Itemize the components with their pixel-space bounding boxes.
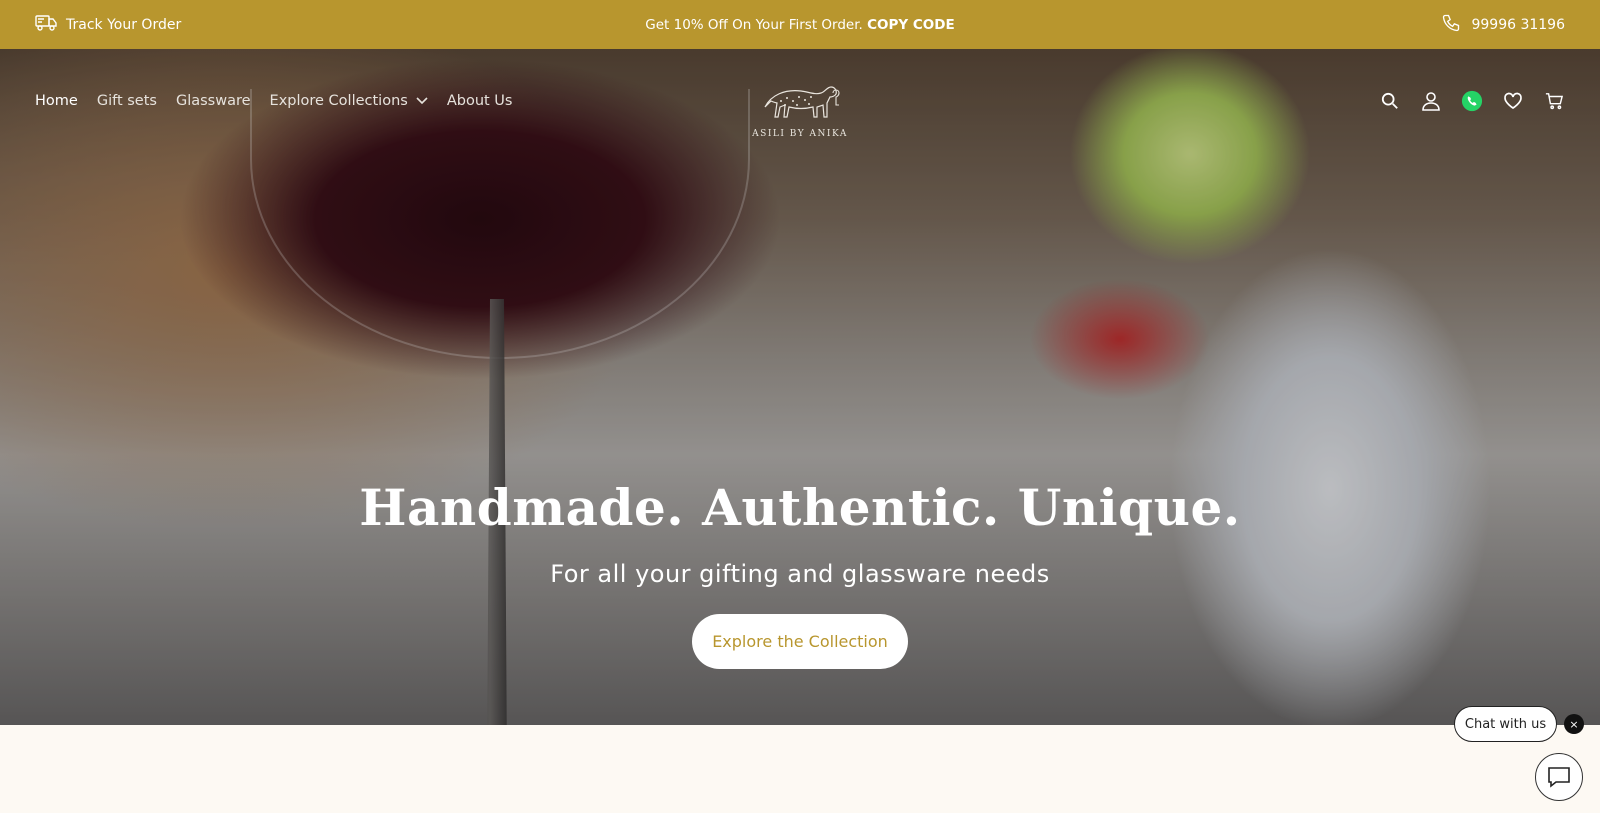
logo-text: ASILI BY ANIKA (752, 129, 848, 139)
hero-headline: Handmade. Authentic. Unique. (359, 478, 1241, 537)
account-icon[interactable] (1420, 90, 1442, 112)
nav-item-label: Home (35, 93, 78, 109)
chat-bubble-icon (1548, 767, 1570, 788)
nav-menu: Home Gift sets Glassware Explore Collect… (35, 93, 512, 109)
phone-icon (1441, 13, 1461, 37)
nav-item-gift-sets[interactable]: Gift sets (97, 93, 157, 109)
wishlist-icon[interactable] (1502, 90, 1524, 112)
nav-item-label: Glassware (175, 93, 251, 109)
truck-icon (35, 14, 57, 36)
chevron-down-icon (416, 93, 428, 109)
whatsapp-icon[interactable] (1461, 90, 1483, 112)
chat-with-us-button[interactable]: Chat with us (1454, 706, 1557, 742)
cheetah-logo-icon (764, 86, 840, 118)
phone-contact[interactable]: 99996 31196 (1441, 13, 1565, 37)
cart-icon[interactable] (1543, 90, 1565, 112)
nav-item-home[interactable]: Home (35, 93, 78, 109)
nav-item-explore-collections[interactable]: Explore Collections (270, 93, 428, 109)
chat-launcher-button[interactable] (1535, 753, 1583, 801)
nav-item-about-us[interactable]: About Us (447, 93, 513, 109)
track-order-label: Track Your Order (66, 16, 182, 33)
hero-subline: For all your gifting and glassware needs (550, 560, 1050, 588)
search-icon[interactable] (1379, 90, 1401, 112)
announcement-bar: Track Your Order Get 10% Off On Your Fir… (0, 0, 1600, 49)
main-navigation: Home Gift sets Glassware Explore Collect… (0, 49, 1600, 153)
promo-message: Get 10% Off On Your First Order. COPY CO… (0, 17, 1600, 33)
close-icon[interactable]: × (1564, 714, 1584, 734)
brand-logo[interactable]: ASILI BY ANIKA (752, 63, 848, 139)
nav-item-label: About Us (446, 93, 513, 109)
copy-code-button[interactable]: COPY CODE (867, 17, 955, 33)
nav-item-glassware[interactable]: Glassware (176, 93, 251, 109)
phone-number: 99996 31196 (1471, 16, 1565, 33)
header-icons (1379, 90, 1565, 112)
nav-item-label: Gift sets (96, 93, 157, 109)
promo-text: Get 10% Off On Your First Order. (645, 16, 863, 33)
nav-item-label: Explore Collections (269, 93, 408, 109)
explore-collection-button[interactable]: Explore the Collection (692, 614, 908, 669)
track-order-link[interactable]: Track Your Order (35, 14, 181, 36)
